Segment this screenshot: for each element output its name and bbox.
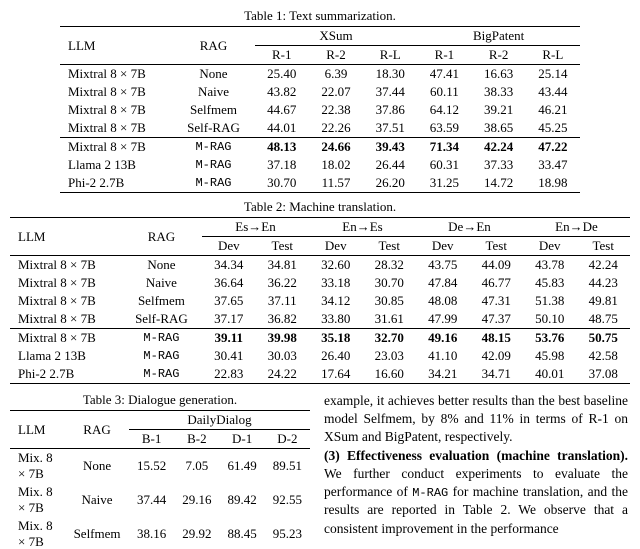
t3-head-llm: LLM: [10, 411, 65, 449]
table-row: Mixtral 8 × 7BNone25.406.3918.3047.4116.…: [60, 65, 580, 84]
t2-group: En→De: [523, 218, 630, 237]
t1-group-xsum: XSum: [255, 27, 418, 46]
t1-sub: R-2: [472, 46, 526, 65]
mrag-label: M-RAG: [412, 486, 448, 500]
table-row: Mixtral 8 × 7BNone34.3434.8132.6028.3243…: [10, 256, 630, 275]
t3-sub: B-2: [174, 430, 219, 449]
table-row: Mixtral 8 × 7BM-RAG48.1324.6639.4371.344…: [60, 138, 580, 157]
table2: LLM RAG Es→En En→Es De→En En→De DevTest …: [10, 217, 630, 384]
para-2-heading: (3) Effectiveness evaluation (machine tr…: [324, 448, 628, 463]
t3-head-rag: RAG: [65, 411, 129, 449]
t3-sub: D-2: [265, 430, 310, 449]
t2-sub: Test: [469, 237, 522, 256]
t1-head-rag: RAG: [172, 27, 254, 65]
table-row: Llama 2 13BM-RAG37.1818.0226.4460.3137.3…: [60, 156, 580, 174]
table-row: Mixtral 8 × 7BM-RAG39.1139.9835.1832.704…: [10, 329, 630, 348]
t2-head-rag: RAG: [121, 218, 202, 256]
t2-group: De→En: [416, 218, 523, 237]
table3-caption: Table 3: Dialogue generation.: [10, 392, 310, 408]
table-row: Mixtral 8 × 7BNaive43.8222.0737.4460.113…: [60, 83, 580, 101]
t3-sub: D-1: [219, 430, 264, 449]
t2-sub: Test: [576, 237, 630, 256]
t2-group: Es→En: [202, 218, 309, 237]
t2-group: En→Es: [309, 218, 416, 237]
t1-sub: R-1: [417, 46, 471, 65]
t2-sub: Test: [256, 237, 309, 256]
table-row: Mixtral 8 × 7BSelf-RAG44.0122.2637.5163.…: [60, 119, 580, 138]
t2-sub: Test: [363, 237, 416, 256]
t2-sub: Dev: [416, 237, 469, 256]
table1-caption: Table 1: Text summarization.: [10, 8, 630, 24]
table-row: Mixtral 8 × 7BNaive36.6436.2233.1830.704…: [10, 274, 630, 292]
body-text: example, it achieves better results than…: [324, 390, 630, 538]
table-row: Mixtral 8 × 7BSelfmem44.6722.3837.8664.1…: [60, 101, 580, 119]
table-row: Phi-2 2.7BM-RAG22.8324.2217.6416.6034.21…: [10, 365, 630, 384]
para-1: example, it achieves better results than…: [324, 393, 628, 444]
table-row: Mixtral 8 × 7BSelf-RAG37.1736.8233.8031.…: [10, 310, 630, 329]
t1-sub: R-L: [363, 46, 417, 65]
t3-sub: B-1: [129, 430, 174, 449]
t2-head-llm: LLM: [10, 218, 121, 256]
t1-group-bigpatent: BigPatent: [417, 27, 580, 46]
t2-sub: Dev: [309, 237, 362, 256]
t1-sub: R-1: [255, 46, 309, 65]
t1-sub: R-L: [526, 46, 580, 65]
table-row: Phi-2 2.7BM-RAG30.7011.5726.2031.2514.72…: [60, 174, 580, 193]
t2-sub: Dev: [523, 237, 576, 256]
table-row: Mix. 8 × 7BSelfmem38.1629.9288.4595.23: [10, 517, 310, 549]
table-row: Mix. 8 × 7BNaive37.4429.1689.4292.55: [10, 483, 310, 517]
t1-head-llm: LLM: [60, 27, 172, 65]
table-row: Mixtral 8 × 7BSelfmem37.6537.1134.1230.8…: [10, 292, 630, 310]
t2-sub: Dev: [202, 237, 255, 256]
table-row: Mix. 8 × 7BNone15.527.0561.4989.51: [10, 449, 310, 484]
table2-caption: Table 2: Machine translation.: [10, 199, 630, 215]
t1-sub: R-2: [309, 46, 363, 65]
t3-group: DailyDialog: [129, 411, 310, 430]
table-row: Llama 2 13BM-RAG30.4130.0326.4023.0341.1…: [10, 347, 630, 365]
table3: LLM RAG DailyDialog B-1 B-2 D-1 D-2 Mix.…: [10, 410, 310, 549]
table1: LLM RAG XSum BigPatent R-1 R-2 R-L R-1 R…: [60, 26, 580, 193]
